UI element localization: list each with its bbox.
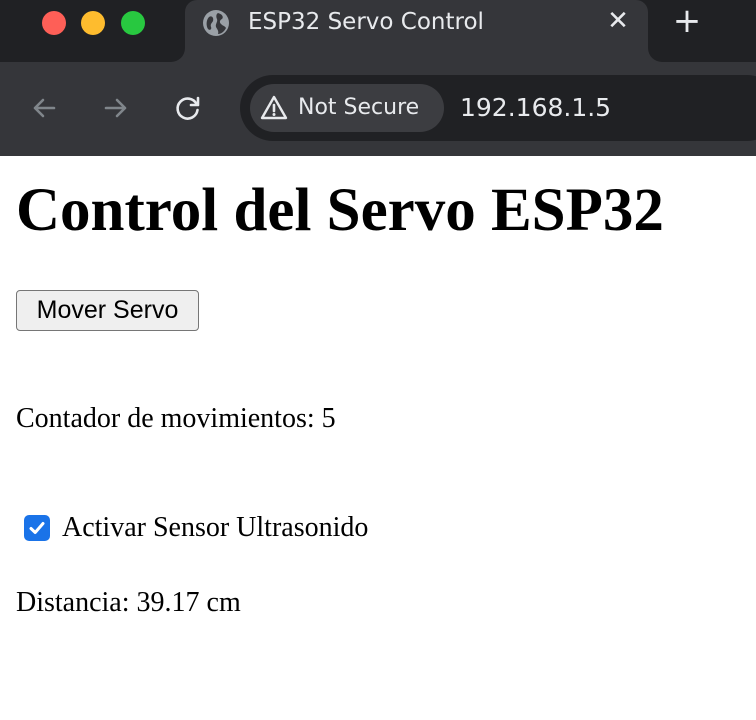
page-content: Control del Servo ESP32 Mover Servo Cont… bbox=[0, 156, 756, 720]
window-zoom-icon[interactable] bbox=[121, 11, 145, 35]
url-text[interactable]: 192.168.1.5 bbox=[460, 75, 611, 141]
warning-icon bbox=[259, 93, 289, 123]
reload-icon[interactable] bbox=[172, 92, 204, 124]
browser-toolbar: Not Secure 192.168.1.5 bbox=[0, 62, 756, 156]
movement-counter: Contador de movimientos: 5 bbox=[16, 402, 336, 436]
globe-icon bbox=[201, 8, 231, 38]
distance-value: 39.17 cm bbox=[136, 587, 241, 618]
tab-corner-right bbox=[648, 48, 662, 62]
security-label: Not Secure bbox=[298, 95, 420, 120]
browser-tab-active[interactable]: ESP32 Servo Control ✕ bbox=[171, 0, 662, 62]
back-arrow-icon[interactable] bbox=[28, 92, 60, 124]
tab-close-icon[interactable]: ✕ bbox=[603, 6, 633, 36]
counter-label: Contador de movimientos: bbox=[16, 403, 315, 434]
window-minimize-icon[interactable] bbox=[81, 11, 105, 35]
address-bar[interactable]: Not Secure 192.168.1.5 bbox=[240, 75, 756, 141]
sensor-toggle[interactable]: Activar Sensor Ultrasonido bbox=[24, 511, 368, 545]
distance-label: Distancia: bbox=[16, 587, 130, 618]
sensor-checkbox[interactable] bbox=[24, 515, 50, 541]
browser-tab-bar: ESP32 Servo Control ✕ + bbox=[0, 0, 756, 62]
window-close-icon[interactable] bbox=[42, 11, 66, 35]
sensor-checkbox-label: Activar Sensor Ultrasonido bbox=[62, 512, 369, 543]
tab-corner-left bbox=[171, 48, 185, 62]
counter-value: 5 bbox=[321, 403, 336, 434]
distance-readout: Distancia: 39.17 cm bbox=[16, 586, 241, 620]
checkmark-icon bbox=[29, 522, 45, 534]
security-indicator[interactable]: Not Secure bbox=[250, 84, 444, 132]
forward-arrow-icon[interactable] bbox=[100, 92, 132, 124]
tab-title: ESP32 Servo Control bbox=[248, 9, 484, 35]
move-servo-button[interactable]: Mover Servo bbox=[16, 290, 199, 331]
page-title: Control del Servo ESP32 bbox=[16, 177, 664, 244]
new-tab-button[interactable]: + bbox=[672, 4, 702, 38]
